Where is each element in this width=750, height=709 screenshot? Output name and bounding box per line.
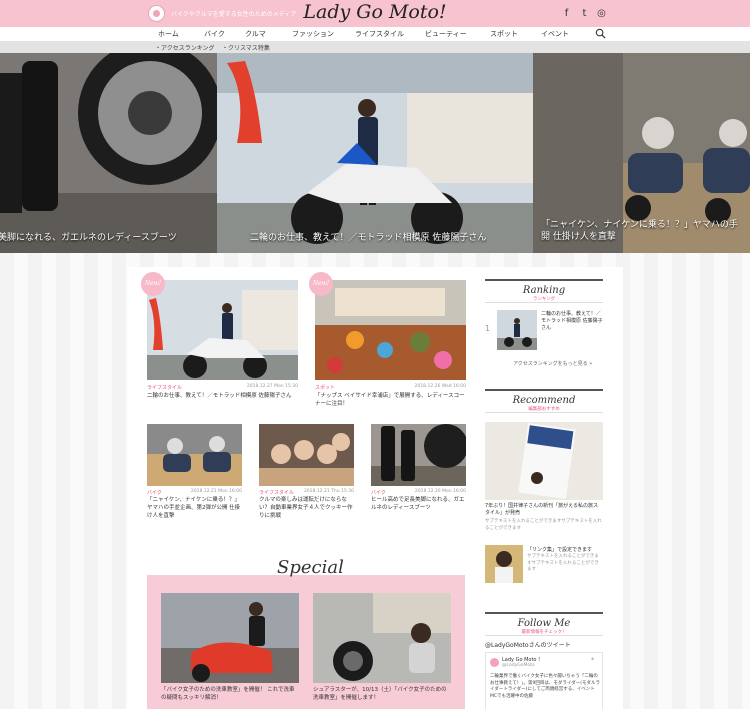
site-title[interactable]: Lady Go Moto! bbox=[300, 1, 450, 23]
nav-item-car[interactable]: クルマ bbox=[245, 29, 266, 39]
article-category[interactable]: ライフスタイル bbox=[147, 384, 182, 391]
facebook-icon[interactable]: f bbox=[561, 8, 572, 19]
article-card[interactable]: バイク 2018.12.20 Mon 16:00 ヒール高めで足長美脚になれる、… bbox=[371, 424, 466, 524]
article-date: 2018.12.26 Wed 16:00 bbox=[414, 384, 466, 389]
follow-header: Follow Me 最新情報をチェック！ bbox=[485, 612, 603, 636]
site-tagline: バイクやクルマを愛する女性のためのメディア bbox=[171, 11, 297, 18]
site-logo-icon[interactable] bbox=[148, 5, 165, 22]
nav-item-fashion[interactable]: ファッション bbox=[292, 29, 334, 39]
article-title[interactable]: 「ナップス ベイサイド幸浦店」で展開する、レディースコーナーに注目！ bbox=[315, 392, 466, 408]
special-section: Special 「バイク女子のための洗車教室」を開催！ これで洗車の疑問もスッキ… bbox=[147, 557, 465, 709]
slide-boots[interactable]: 美脚になれる、ガエルネのレディースブーツ bbox=[0, 53, 217, 253]
nav-item-beauty[interactable]: ビューティー bbox=[425, 29, 467, 39]
ranking-header: Ranking ランキング bbox=[485, 279, 603, 303]
special-heading: Special bbox=[277, 557, 344, 578]
special-image bbox=[313, 593, 451, 683]
article-card[interactable]: バイク 2018.12.21 Mon 16:00 「ニャイケン、ナイケンに乗る！… bbox=[147, 424, 242, 524]
special-title[interactable]: 「バイク女子のための洗車教室」を開催！ これで洗車の疑問もスッキリ解消！ bbox=[161, 686, 299, 702]
twitter-bird-icon: ✦ bbox=[590, 656, 596, 663]
ranking-more-link[interactable]: アクセスランキングをもっと見る » bbox=[513, 361, 592, 368]
article-category[interactable]: バイク bbox=[147, 489, 162, 496]
featured-article-image bbox=[147, 280, 298, 380]
twitter-feed[interactable]: Lady Go Moto ! @LadyGoMoto ✦ 二輪業界で働くバイク女… bbox=[485, 652, 603, 709]
slider-dots bbox=[0, 256, 750, 271]
special-card[interactable]: 「バイク女子のための洗車教室」を開催！ これで洗車の疑問もスッキリ解消！ bbox=[161, 593, 299, 703]
ranking-thumb[interactable] bbox=[497, 310, 537, 350]
slide-niken[interactable]: 「ニャイケン、ナイケンに乗る！？」ヤマハの手 開 仕掛け人を直撃 bbox=[533, 53, 750, 253]
featured-article-image bbox=[315, 280, 466, 380]
article-title[interactable]: 「ニャイケン、ナイケンに乗る！？」ヤマハの手並企画、第2弾が公開 仕掛け人を直撃 bbox=[147, 496, 242, 520]
nav-item-lifestyle[interactable]: ライフスタイル bbox=[355, 29, 404, 39]
recommend-book-note: サブテキストを入れることができますサブテキストを入れることができます bbox=[485, 519, 602, 531]
ranking-number: 1 bbox=[485, 324, 491, 333]
hero-slider[interactable]: 美脚になれる、ガエルネのレディースブーツ 二輪のお仕事、教えて！／モトラッド相模… bbox=[0, 53, 750, 253]
follow-heading: Follow Me bbox=[517, 618, 571, 629]
article-date: 2018.12.27 Mon 15:30 bbox=[246, 384, 298, 389]
ranking-item-title[interactable]: 二輪のお仕事、教えて！／モトラッド相模原 佐藤陽子さん bbox=[541, 311, 603, 332]
nav-item-home[interactable]: ホーム bbox=[158, 29, 179, 39]
article-card[interactable]: ライフスタイル 2018.12.21 Thu 15:30 クルマの楽しみは運転だ… bbox=[259, 424, 354, 524]
ranking-heading: Ranking bbox=[522, 285, 566, 296]
article-title[interactable]: 二輪のお仕事、教えて！／モトラッド相模原 佐藤陽子さん bbox=[147, 392, 298, 400]
twitter-icon[interactable]: t bbox=[579, 8, 590, 19]
main-content: New! ライフスタイル 2018.12.27 Mon 15:30 二輪のお仕事… bbox=[127, 267, 623, 709]
recommend-book-title[interactable]: 7年ぶり！国井律子さんの新刊「旅がえる私の旅スタイル」が発売 bbox=[485, 503, 603, 517]
recommend-book-image[interactable] bbox=[485, 422, 603, 500]
recommend-header: Recommend 編集部おすすめ bbox=[485, 389, 603, 413]
special-image bbox=[161, 593, 299, 683]
tweet-account-handle: @LadyGoMoto bbox=[502, 663, 535, 668]
instagram-icon[interactable]: ◎ bbox=[596, 8, 607, 19]
slide-caption: 二輪のお仕事、教えて！／モトラッド相模原 佐藤陽子さん bbox=[250, 233, 487, 243]
slide-caption: 美脚になれる、ガエルネのレディースブーツ bbox=[0, 233, 177, 243]
nav-item-bike[interactable]: バイク bbox=[204, 29, 225, 39]
featured-article-card[interactable]: New! ライフスタイル 2018.12.27 Mon 15:30 二輪のお仕事… bbox=[141, 272, 298, 405]
article-category[interactable]: スポット bbox=[315, 384, 335, 391]
subnav-item-christmas[interactable]: ・クリスマス特集 bbox=[222, 43, 270, 52]
nav-item-event[interactable]: イベント bbox=[541, 29, 569, 39]
article-image bbox=[371, 424, 466, 486]
slide-interview[interactable]: 二輪のお仕事、教えて！／モトラッド相模原 佐藤陽子さん bbox=[217, 53, 533, 253]
article-title[interactable]: ヒール高めで足長美脚になれる、ガエルネのレディースブーツ bbox=[371, 496, 466, 512]
slide-interview-image bbox=[217, 53, 533, 253]
article-date: 2018.12.21 Mon 16:00 bbox=[190, 489, 242, 494]
new-badge: New! bbox=[141, 272, 165, 296]
subnav-item-ranking[interactable]: ・アクセスランキング bbox=[155, 43, 215, 52]
twitter-feed-label[interactable]: @LadyGoMotoさんのツイート bbox=[485, 642, 603, 649]
article-category[interactable]: ライフスタイル bbox=[259, 489, 294, 496]
recommend-heading: Recommend bbox=[512, 395, 576, 406]
recommend-link-image[interactable] bbox=[485, 545, 523, 583]
special-card[interactable]: シュアラスターが、10/13（土）「バイク女子のための洗車教室」を開催します！ bbox=[313, 593, 451, 703]
main-nav: ホーム バイク クルマ ファッション ライフスタイル ビューティー スポット イ… bbox=[0, 27, 750, 41]
nav-item-spot[interactable]: スポット bbox=[490, 29, 518, 39]
ranking-subheading: ランキング bbox=[532, 297, 556, 302]
recommend-subheading: 編集部おすすめ bbox=[528, 407, 560, 412]
slide-caption: 「ニャイケン、ナイケンに乗る！？」ヤマハの手 開 仕掛け人を直撃 bbox=[541, 220, 738, 242]
tweet-text: 二輪業界で働くバイク女子に色々聞いちゃう「二輪のお仕事教えて！」。第9回目は、モ… bbox=[490, 674, 600, 699]
featured-article-card[interactable]: New! スポット 2018.12.26 Wed 16:00 「ナップス ベイサ… bbox=[309, 272, 466, 408]
slide-boots-image bbox=[0, 53, 217, 253]
search-icon[interactable] bbox=[595, 28, 606, 39]
account-avatar bbox=[490, 658, 499, 667]
article-category[interactable]: バイク bbox=[371, 489, 386, 496]
recommend-link-title[interactable]: 「リンク集」で設定できます bbox=[527, 547, 603, 554]
header-bar: バイクやクルマを愛する女性のためのメディア Lady Go Moto! f t … bbox=[0, 0, 750, 27]
article-date: 2018.12.21 Thu 15:30 bbox=[303, 489, 354, 494]
article-image bbox=[147, 424, 242, 486]
article-title[interactable]: クルマの楽しみは運転だけにならない？自動車業界女子４人でクッキー作りに挑戦 bbox=[259, 496, 354, 520]
recommend-link-note: サブテキストを入れることができますサブテキストを入れることができます bbox=[527, 554, 599, 572]
new-badge: New! bbox=[309, 272, 333, 296]
article-date: 2018.12.20 Mon 16:00 bbox=[414, 489, 466, 494]
special-title[interactable]: シュアラスターが、10/13（土）「バイク女子のための洗車教室」を開催します！ bbox=[313, 686, 451, 702]
follow-subheading: 最新情報をチェック！ bbox=[521, 630, 567, 635]
article-image bbox=[259, 424, 354, 486]
sub-nav: ・アクセスランキング ・クリスマス特集 bbox=[0, 41, 750, 53]
